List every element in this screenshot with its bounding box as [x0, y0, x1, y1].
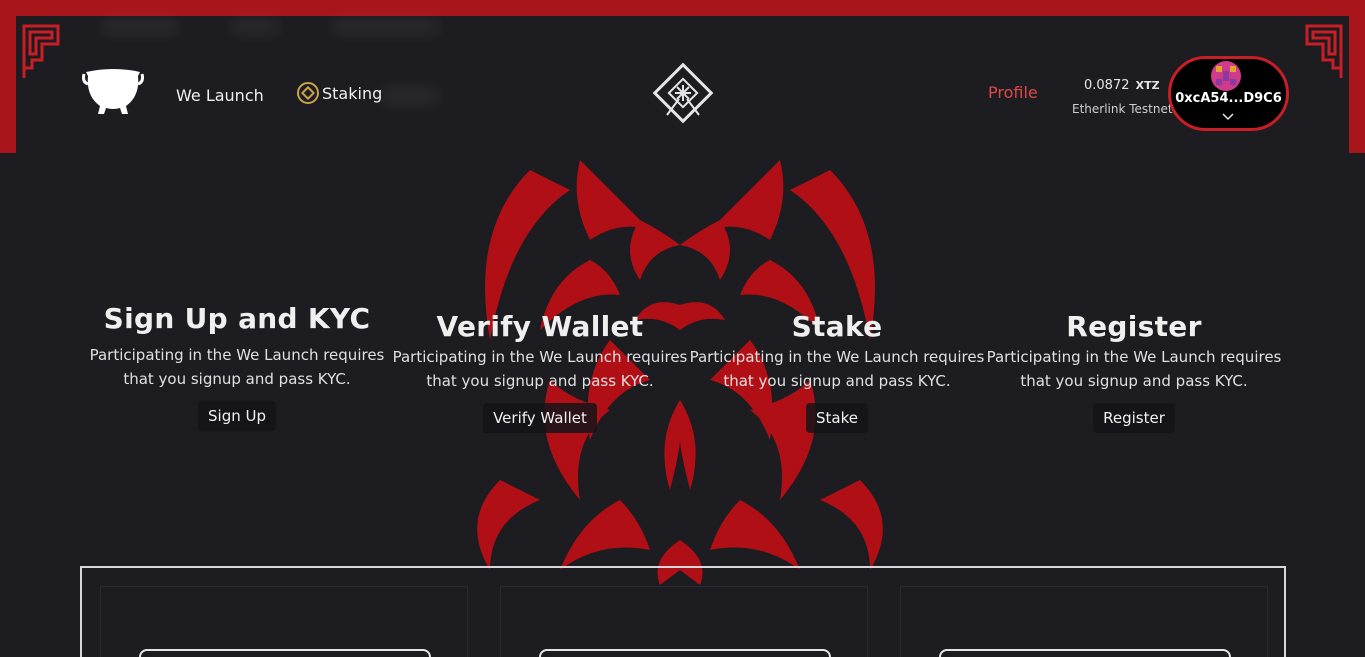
- project-card[interactable]: [900, 586, 1268, 657]
- project-card[interactable]: [500, 586, 868, 657]
- project-card-inner: [939, 649, 1231, 657]
- header-top-border: [0, 0, 1365, 16]
- balance-unit: XTZ: [1135, 79, 1160, 92]
- header-left-border: [0, 0, 16, 153]
- step-description: Participating in the We Launch requires …: [89, 346, 385, 388]
- wallet-button[interactable]: 0xcA54...D9C6: [1168, 56, 1289, 131]
- stake-button[interactable]: Stake: [806, 403, 868, 433]
- step-description: Participating in the We Launch requires …: [392, 348, 688, 390]
- step-register: Register Participating in the We Launch …: [985, 310, 1283, 433]
- step-sign-up-kyc: Sign Up and KYC Participating in the We …: [88, 302, 386, 431]
- step-description: Participating in the We Launch requires …: [986, 348, 1282, 390]
- project-card-inner: [539, 649, 831, 657]
- project-card[interactable]: [100, 586, 468, 657]
- wallet-avatar-icon: [1211, 61, 1241, 91]
- nav-profile[interactable]: Profile: [988, 83, 1038, 102]
- blurred-element: [100, 18, 180, 36]
- step-description: Participating in the We Launch requires …: [689, 348, 985, 390]
- blurred-element: [380, 86, 440, 106]
- balance-value: 0.0872: [1084, 78, 1130, 93]
- nav-we-launch[interactable]: We Launch: [176, 86, 264, 105]
- register-button[interactable]: Register: [1093, 403, 1175, 433]
- step-verify-wallet: Verify Wallet Participating in the We La…: [391, 310, 689, 433]
- chevron-down-icon: [1222, 113, 1234, 121]
- frame-ornament-icon: [1305, 24, 1343, 78]
- wallet-address: 0xcA54...D9C6: [1175, 91, 1282, 106]
- sign-up-button[interactable]: Sign Up: [198, 401, 276, 431]
- nav-staking-label: Staking: [322, 83, 383, 103]
- step-title: Sign Up and KYC: [103, 302, 371, 335]
- pot-logo-icon[interactable]: [82, 66, 144, 116]
- frame-ornament-icon: [22, 24, 60, 78]
- staking-coin-icon: [297, 82, 319, 104]
- header-right-border: [1349, 0, 1365, 153]
- verify-wallet-button[interactable]: Verify Wallet: [483, 403, 597, 433]
- diamond-emblem-icon[interactable]: [649, 59, 717, 127]
- project-card-inner: [139, 649, 431, 657]
- blurred-element: [330, 18, 440, 36]
- wallet-balance: 0.0872 XTZ: [1084, 78, 1160, 93]
- network-name: Etherlink Testnet: [1072, 102, 1173, 116]
- step-title: Verify Wallet: [436, 310, 644, 343]
- project-cards-container: [80, 566, 1286, 657]
- nav-staking[interactable]: Staking: [296, 81, 382, 105]
- step-stake: Stake Participating in the We Launch req…: [688, 310, 986, 433]
- blurred-element: [230, 18, 280, 36]
- step-title: Register: [1066, 310, 1202, 343]
- step-title: Stake: [791, 310, 883, 343]
